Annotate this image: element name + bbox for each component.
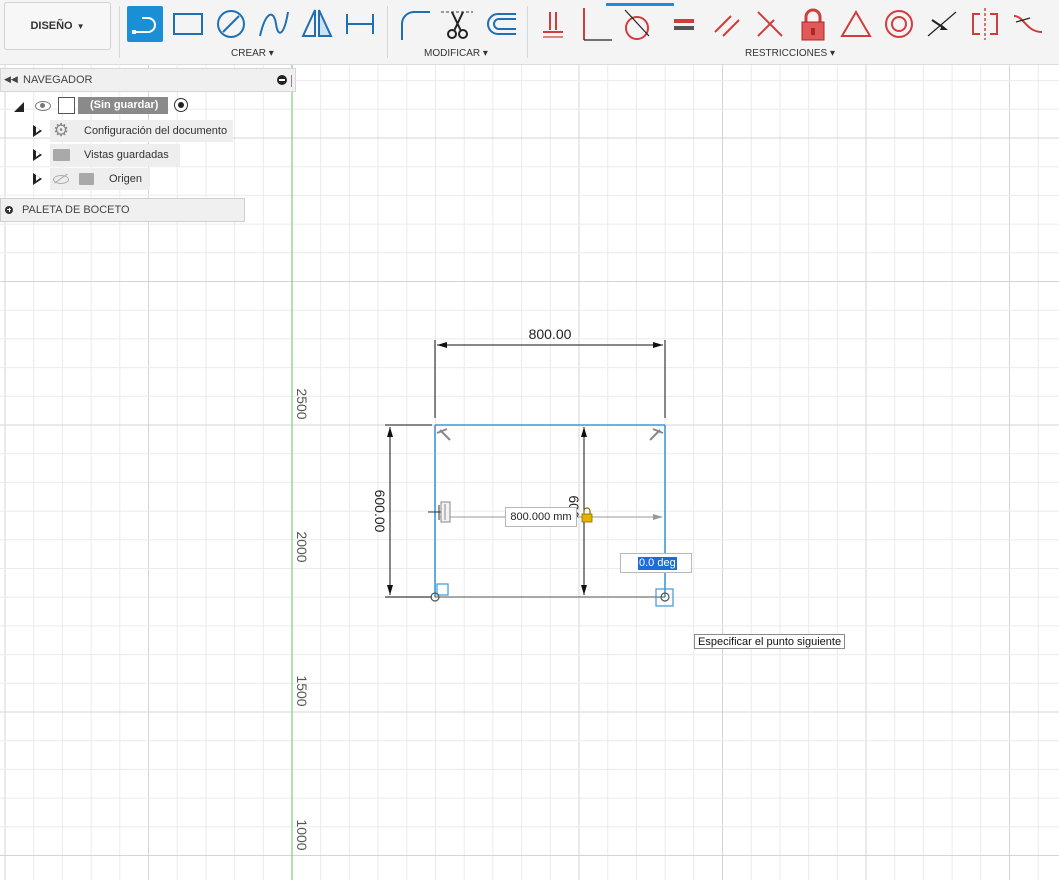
expand-triangle-icon[interactable] [14, 102, 24, 112]
parallel-icon[interactable] [709, 6, 745, 42]
ruler-label-1000: 1000 [294, 819, 310, 850]
circle-icon[interactable] [213, 6, 249, 42]
spline-icon[interactable] [256, 6, 292, 42]
perpendicular-marker [436, 583, 449, 596]
collinear-icon[interactable] [924, 6, 960, 42]
fillet-icon[interactable] [396, 6, 432, 42]
tooltip: Especificar el punto siguiente [694, 634, 846, 649]
offset-icon[interactable] [482, 6, 518, 42]
perpendicular-corner-icon[interactable] [578, 6, 614, 42]
tangent-icon[interactable] [619, 6, 655, 42]
mirror-icon[interactable] [299, 6, 335, 42]
modify-group-label[interactable]: MODIFICAR ▾ [424, 48, 488, 59]
equal-icon[interactable] [666, 6, 702, 42]
curvature-icon[interactable] [1010, 6, 1046, 42]
tree-item-saved-views[interactable]: Vistas guardadas [0, 144, 240, 166]
design-label: DISEÑO [30, 20, 73, 32]
length-input[interactable]: 800.000 mm [505, 507, 577, 527]
panel-grip-icon[interactable] [291, 75, 294, 87]
line-icon[interactable] [127, 6, 163, 42]
concentric-icon[interactable] [881, 6, 917, 42]
folder-icon [53, 149, 70, 161]
trim-icon[interactable] [439, 6, 475, 42]
ruler-label-2500: 2500 [294, 388, 310, 419]
tree-item-origin[interactable]: Origen [0, 168, 240, 190]
dimension-icon[interactable] [342, 6, 378, 42]
parallel-glyph-icon [440, 501, 451, 523]
collapse-left-icon[interactable]: ◀◀ [4, 74, 18, 85]
coincident-icon[interactable] [535, 6, 571, 42]
angle-input[interactable]: 0.0 deg [620, 553, 692, 573]
tree-item-document-settings[interactable]: ⚙ Configuración del documento [0, 120, 240, 142]
horizontal-constraint-icon-left [436, 428, 451, 441]
minimize-icon[interactable] [277, 75, 287, 85]
height-dimension-left-value[interactable]: 600.00 [372, 490, 388, 533]
fix-lock-icon[interactable] [795, 6, 831, 42]
navigator-label: NAVEGADOR [23, 74, 93, 86]
activate-radio-icon[interactable] [174, 98, 188, 112]
horizontal-constraint-icon-right [649, 428, 664, 441]
chevron-down-icon: ▼ [76, 21, 85, 31]
perpendicular-icon[interactable] [752, 6, 788, 42]
gear-icon: ⚙ [53, 120, 70, 140]
tree-item-label[interactable]: Vistas guardadas [84, 149, 169, 161]
angle-input-value[interactable]: 0.0 deg [638, 557, 677, 570]
sketch-palette-header[interactable]: PALETA DE BOCETO [0, 198, 245, 222]
component-icon [58, 97, 75, 114]
symmetry-icon[interactable] [967, 6, 1003, 42]
navigator-header[interactable]: ◀◀ NAVEGADOR [0, 68, 296, 92]
design-workspace-button[interactable]: DISEÑO ▼ [4, 2, 111, 50]
constraints-group-label[interactable]: RESTRICCIONES ▾ [745, 48, 835, 59]
tree-root[interactable]: (Sin guardar) [0, 96, 200, 118]
palette-label: PALETA DE BOCETO [22, 204, 130, 216]
width-dimension-value[interactable]: 800.00 [529, 326, 572, 342]
ruler-label-2000: 2000 [294, 531, 310, 562]
rectangle-icon[interactable] [170, 6, 206, 42]
midpoint-icon[interactable] [838, 6, 874, 42]
root-label[interactable]: (Sin guardar) [78, 97, 169, 114]
lock-icon [581, 507, 593, 523]
ruler-label-1500: 1500 [294, 675, 310, 706]
tree-item-label[interactable]: Configuración del documento [84, 125, 227, 137]
folder-icon [79, 173, 94, 185]
create-group-label[interactable]: CREAR ▾ [231, 48, 274, 59]
toolbar: DISEÑO ▼ CREAR ▾ MODIFICAR ▾ RESTRICCION… [0, 0, 1059, 65]
tree-item-label[interactable]: Origen [109, 173, 142, 185]
